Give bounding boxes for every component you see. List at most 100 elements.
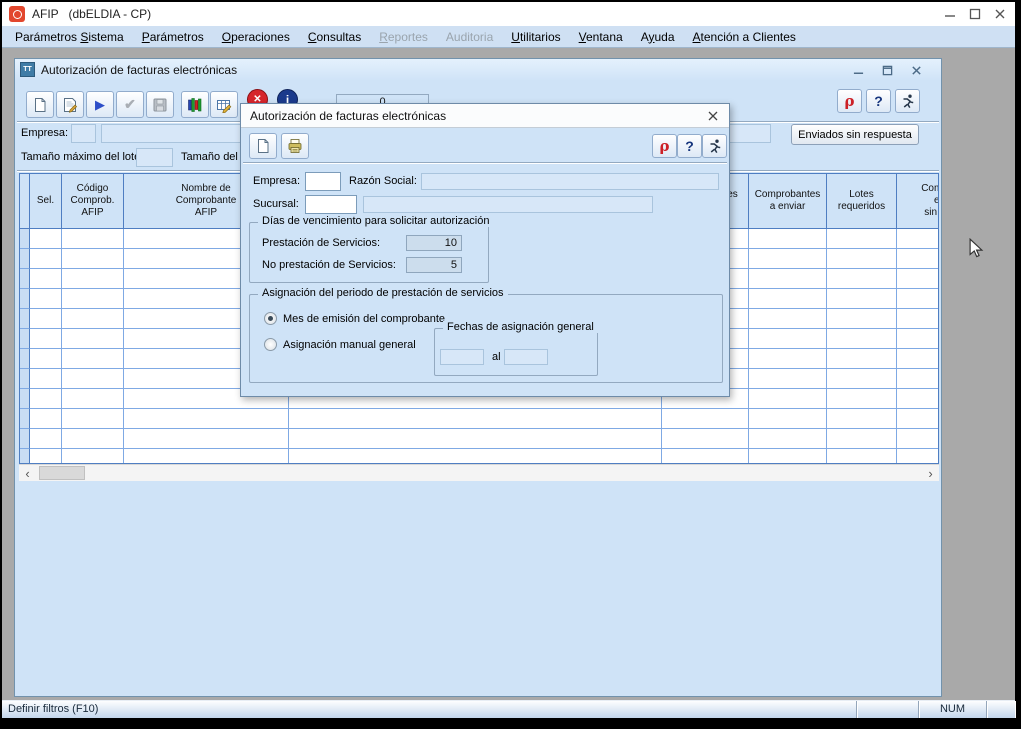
help-button[interactable]: ? xyxy=(866,89,891,113)
enviados-sin-respuesta-button[interactable]: Enviados sin respuesta xyxy=(791,124,919,145)
table-cell xyxy=(20,429,30,449)
child-restore-button[interactable] xyxy=(878,64,896,77)
horizontal-scrollbar[interactable]: ‹ › xyxy=(19,464,939,481)
save-button[interactable] xyxy=(146,91,174,118)
table-cell xyxy=(662,449,749,464)
scroll-left-button[interactable]: ‹ xyxy=(19,465,36,481)
table-cell xyxy=(827,449,897,464)
dialog-toolbar-separator xyxy=(243,162,727,164)
dialog-empresa-label: Empresa: xyxy=(253,175,300,187)
table-cell xyxy=(20,409,30,429)
table-cell xyxy=(30,289,62,309)
menu-item-auditoria[interactable]: Auditoria xyxy=(437,27,502,47)
table-cell xyxy=(30,369,62,389)
column-header-codigo[interactable]: Código Comprob. AFIP xyxy=(62,174,124,228)
table-cell xyxy=(897,289,938,309)
menu-item-utilitarios[interactable]: Utilitarios xyxy=(502,27,569,47)
menu-item-parametros[interactable]: Parámetros xyxy=(133,27,213,47)
radio-asignacion-manual[interactable] xyxy=(264,338,277,351)
dialog-new-button[interactable] xyxy=(249,133,277,159)
table-cell xyxy=(897,229,938,249)
lote-max-label: Tamaño máximo del lote: xyxy=(21,151,143,163)
scroll-right-button[interactable]: › xyxy=(922,465,939,481)
table-cell xyxy=(20,329,30,349)
table-cell xyxy=(124,429,289,449)
table-cell xyxy=(62,269,124,289)
confirm-button[interactable]: ✔ xyxy=(116,91,144,118)
rollback-button[interactable]: ρ xyxy=(837,89,862,113)
empresa-code-field xyxy=(71,124,96,143)
table-cell xyxy=(827,229,897,249)
chevron-right-icon: › xyxy=(928,466,932,481)
app-icon xyxy=(9,6,25,22)
dialog-rollback-button[interactable]: ρ xyxy=(652,134,677,158)
column-header-sel[interactable]: Sel. xyxy=(30,174,62,228)
column-header[interactable] xyxy=(20,174,30,228)
table-cell xyxy=(897,389,938,409)
dialog-help-button[interactable]: ? xyxy=(677,134,702,158)
title-bar: AFIP (dbELDIA - CP) xyxy=(2,2,1015,26)
menu-item-ayuda[interactable]: Ayuda xyxy=(632,27,684,47)
radio-mes-emision[interactable] xyxy=(264,312,277,325)
dialog-print-button[interactable] xyxy=(281,133,309,159)
vencimiento-group-title: Días de vencimiento para solicitar autor… xyxy=(258,215,493,227)
close-button[interactable] xyxy=(989,6,1011,22)
table-cell xyxy=(62,389,124,409)
table-cell xyxy=(749,289,827,309)
running-person-icon xyxy=(900,93,916,109)
table-cell xyxy=(749,269,827,289)
table-row[interactable] xyxy=(20,409,938,429)
scrollbar-thumb[interactable] xyxy=(39,466,85,480)
dialog-close-button[interactable] xyxy=(705,109,721,123)
maximize-button[interactable] xyxy=(964,6,986,22)
table-cell xyxy=(749,429,827,449)
table-cell xyxy=(62,409,124,429)
colored-bars-icon xyxy=(187,97,203,113)
table-cell xyxy=(897,269,938,289)
dialog-empresa-input[interactable] xyxy=(305,172,341,191)
table-cell xyxy=(30,349,62,369)
table-row[interactable] xyxy=(20,449,938,464)
properties-button[interactable] xyxy=(56,91,84,118)
table-row[interactable] xyxy=(20,429,938,449)
dialog-exit-button[interactable] xyxy=(702,134,727,158)
new-document-icon xyxy=(32,97,48,113)
dialog-razon-social-field xyxy=(421,173,719,190)
menu-item-operaciones[interactable]: Operaciones xyxy=(213,27,299,47)
table-cell xyxy=(30,409,62,429)
child-window-title: Autorización de facturas electrónicas xyxy=(41,63,237,77)
child-minimize-button[interactable] xyxy=(849,64,867,77)
menu-item-consultas[interactable]: Consultas xyxy=(299,27,370,47)
table-cell xyxy=(20,269,30,289)
minimize-button[interactable] xyxy=(939,6,961,22)
dialog-sucursal-input[interactable] xyxy=(305,195,357,214)
table-cell xyxy=(749,329,827,349)
table-cell xyxy=(289,429,662,449)
status-message: Definir filtros (F10) xyxy=(2,701,857,718)
exit-button[interactable] xyxy=(895,89,920,113)
table-cell xyxy=(30,389,62,409)
status-panel-end xyxy=(987,701,1015,718)
rho-icon: ρ xyxy=(660,137,670,155)
column-header-a-enviar[interactable]: Comprobantes a enviar xyxy=(749,174,827,228)
printer-icon xyxy=(287,138,303,154)
table-cell xyxy=(827,309,897,329)
column-header-enviados[interactable]: Comprobantes enviados sin respuesta xyxy=(897,174,939,228)
menu-item-atencion-clientes[interactable]: Atención a Clientes xyxy=(684,27,805,47)
asignacion-group-title: Asignación del periodo de prestación de … xyxy=(258,287,508,299)
vencimiento-groupbox: Días de vencimiento para solicitar autor… xyxy=(249,222,489,283)
asignacion-groupbox: Asignación del periodo de prestación de … xyxy=(249,294,723,383)
child-close-button[interactable] xyxy=(907,64,925,77)
run-button[interactable]: ▶ xyxy=(86,91,114,118)
menu-item-ventana[interactable]: Ventana xyxy=(570,27,632,47)
filter-columns-button[interactable] xyxy=(181,91,209,118)
menu-item-reportes[interactable]: Reportes xyxy=(370,27,437,47)
table-cell xyxy=(749,369,827,389)
edit-grid-button[interactable] xyxy=(210,91,238,118)
fechas-group-title: Fechas de asignación general xyxy=(443,321,598,333)
table-cell xyxy=(897,249,938,269)
new-button[interactable] xyxy=(26,91,54,118)
menu-item-parametros-sistema[interactable]: Parámetros Sistema xyxy=(6,27,133,47)
table-cell xyxy=(30,249,62,269)
column-header-lotes[interactable]: Lotes requeridos xyxy=(827,174,897,228)
